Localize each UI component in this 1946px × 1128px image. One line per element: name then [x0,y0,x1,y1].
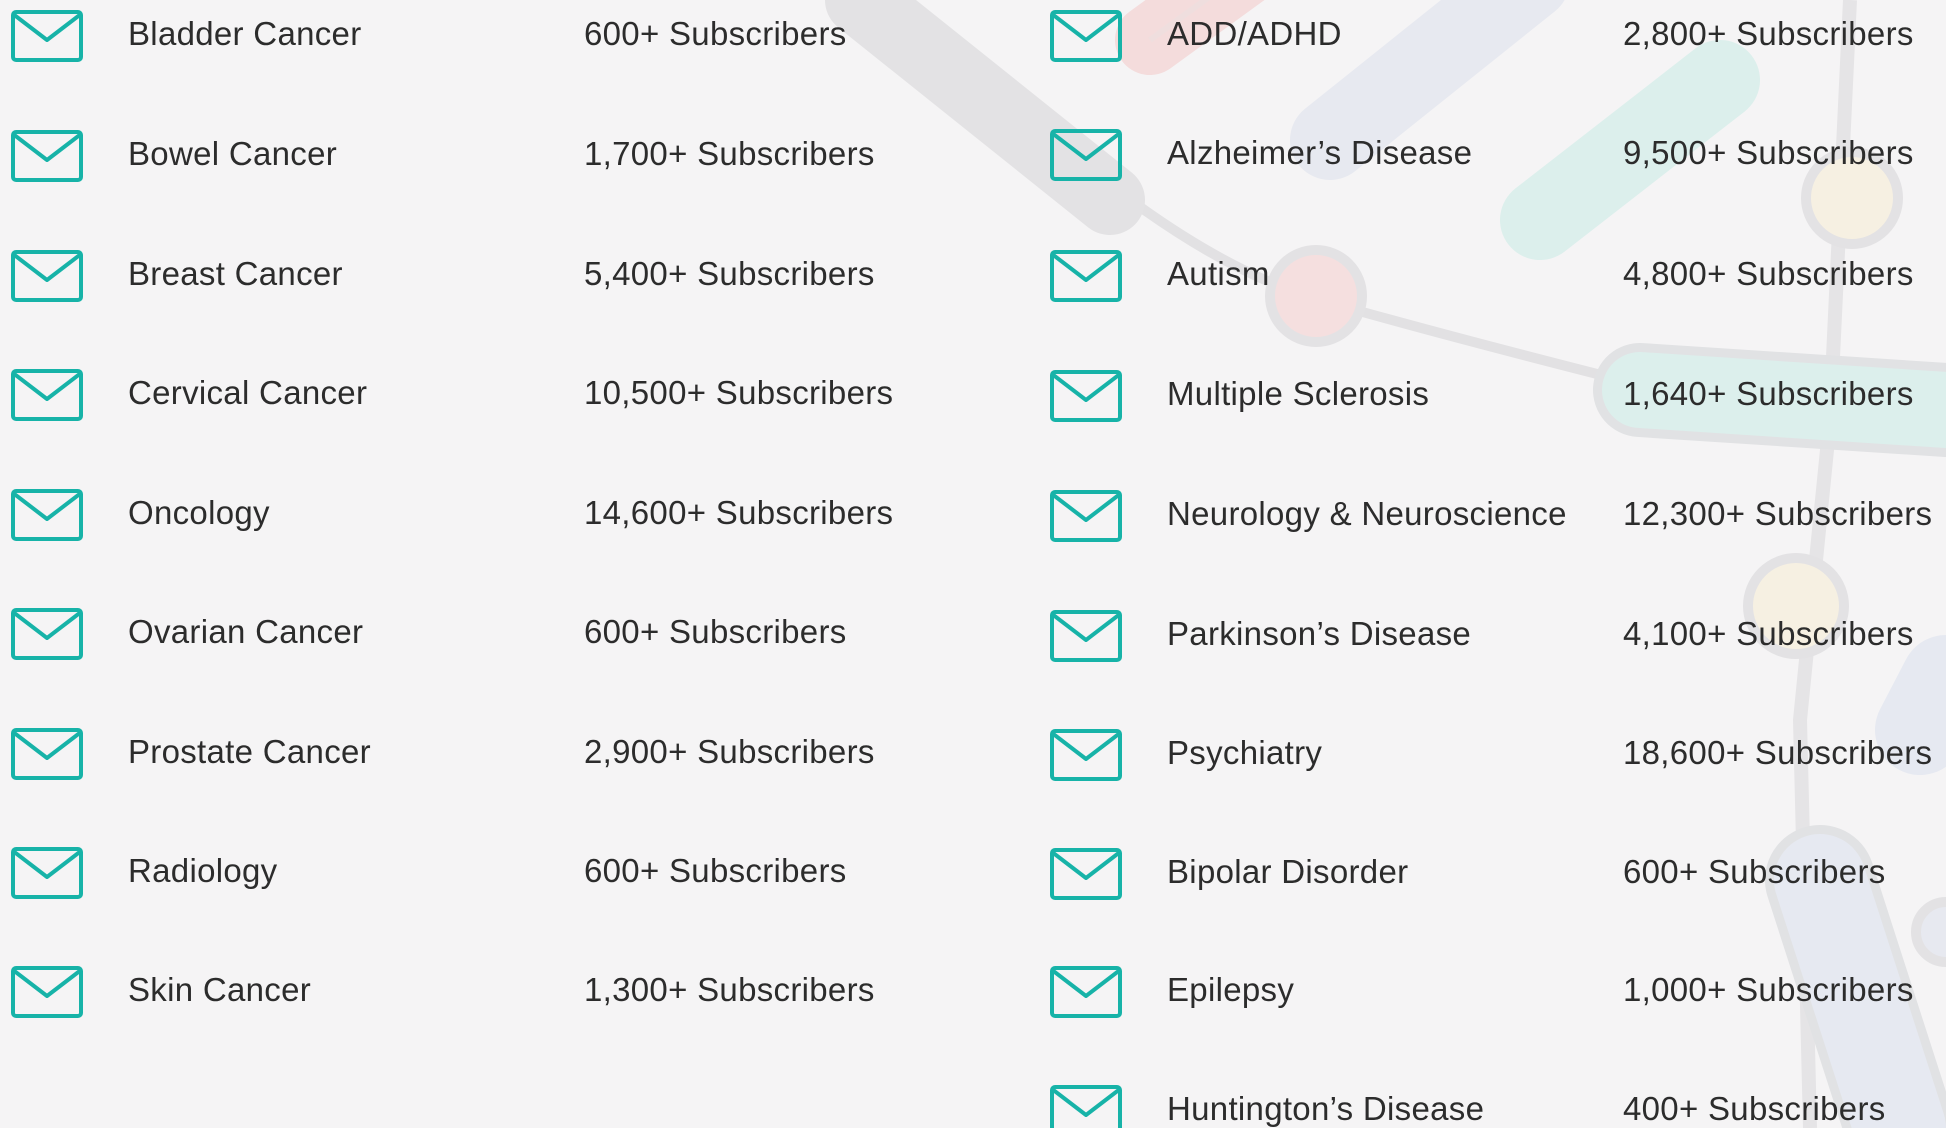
envelope-icon [11,489,83,541]
topic-name: Huntington’s Disease [1167,1090,1485,1127]
topic-name: Oncology [128,494,270,531]
envelope-icon [1050,729,1122,781]
envelope-icon [11,608,83,660]
topic-name: Bladder Cancer [128,15,362,52]
subscriber-count: 600+ Subscribers [584,15,847,52]
envelope-icon [11,130,83,182]
list-item[interactable]: Neurology & Neuroscience 12,300+ Subscri… [1038,483,1946,543]
list-item[interactable]: Bipolar Disorder 600+ Subscribers [1038,841,1946,901]
subscriber-count: 1,300+ Subscribers [584,971,875,1008]
envelope-icon [1050,966,1122,1018]
envelope-icon [11,10,83,62]
list-item[interactable]: Alzheimer’s Disease 9,500+ Subscribers [1038,122,1946,182]
subscriber-count: 12,300+ Subscribers [1623,495,1933,532]
envelope-icon [1050,129,1122,181]
subscriber-count: 600+ Subscribers [1623,853,1886,890]
subscriber-count: 1,640+ Subscribers [1623,375,1914,412]
topic-name: Radiology [128,852,278,889]
list-item[interactable]: Epilepsy 1,000+ Subscribers [1038,959,1946,1019]
subscriber-count: 2,800+ Subscribers [1623,15,1914,52]
envelope-icon [1050,610,1122,662]
topic-name: Multiple Sclerosis [1167,375,1430,412]
topic-name: Alzheimer’s Disease [1167,134,1473,171]
topic-name: Cervical Cancer [128,374,368,411]
envelope-icon [11,966,83,1018]
envelope-icon [11,847,83,899]
envelope-icon [11,369,83,421]
subscriber-count: 600+ Subscribers [584,613,847,650]
subscriber-count: 9,500+ Subscribers [1623,134,1914,171]
envelope-icon [11,250,83,302]
topic-name: Psychiatry [1167,734,1323,771]
subscriber-count: 1,700+ Subscribers [584,135,875,172]
list-item[interactable]: Breast Cancer 5,400+ Subscribers [0,243,1000,303]
list-item[interactable]: Bladder Cancer 600+ Subscribers [0,3,1000,63]
list-item[interactable]: Radiology 600+ Subscribers [0,840,1000,900]
list-item[interactable]: Huntington’s Disease 400+ Subscribers [1038,1078,1946,1128]
subscriber-count: 400+ Subscribers [1623,1090,1886,1127]
topic-name: Neurology & Neuroscience [1167,495,1567,532]
topic-name: Prostate Cancer [128,733,371,770]
topic-name: Epilepsy [1167,971,1295,1008]
subscriber-count: 4,100+ Subscribers [1623,615,1914,652]
newsletter-list-page: Bladder Cancer 600+ Subscribers Bowel Ca… [0,0,1946,1128]
subscriber-count: 18,600+ Subscribers [1623,734,1933,771]
list-item[interactable]: ADD/ADHD 2,800+ Subscribers [1038,3,1946,63]
envelope-icon [1050,370,1122,422]
list-item[interactable]: Autism 4,800+ Subscribers [1038,243,1946,303]
list-item[interactable]: Multiple Sclerosis 1,640+ Subscribers [1038,363,1946,423]
list-item[interactable]: Prostate Cancer 2,900+ Subscribers [0,721,1000,781]
list-item[interactable]: Parkinson’s Disease 4,100+ Subscribers [1038,603,1946,663]
list-item[interactable]: Oncology 14,600+ Subscribers [0,482,1000,542]
subscriber-count: 2,900+ Subscribers [584,733,875,770]
list-item[interactable]: Ovarian Cancer 600+ Subscribers [0,601,1000,661]
topic-name: Skin Cancer [128,971,312,1008]
list-item[interactable]: Bowel Cancer 1,700+ Subscribers [0,123,1000,183]
envelope-icon [1050,490,1122,542]
envelope-icon [1050,10,1122,62]
list-item[interactable]: Cervical Cancer 10,500+ Subscribers [0,362,1000,422]
subscriber-count: 5,400+ Subscribers [584,255,875,292]
topic-name: Autism [1167,255,1270,292]
envelope-icon [1050,848,1122,900]
subscriber-count: 14,600+ Subscribers [584,494,894,531]
subscriber-count: 10,500+ Subscribers [584,374,894,411]
subscriber-count: 600+ Subscribers [584,852,847,889]
topic-name: Bipolar Disorder [1167,853,1409,890]
envelope-icon [1050,250,1122,302]
envelope-icon [11,728,83,780]
topic-name: Parkinson’s Disease [1167,615,1472,652]
list-item[interactable]: Psychiatry 18,600+ Subscribers [1038,722,1946,782]
subscriber-count: 4,800+ Subscribers [1623,255,1914,292]
topic-name: Bowel Cancer [128,135,338,172]
list-item[interactable]: Skin Cancer 1,300+ Subscribers [0,959,1000,1019]
topic-name: Breast Cancer [128,255,343,292]
topic-name: ADD/ADHD [1167,15,1342,52]
topic-name: Ovarian Cancer [128,613,364,650]
subscriber-count: 1,000+ Subscribers [1623,971,1914,1008]
envelope-icon [1050,1085,1122,1128]
